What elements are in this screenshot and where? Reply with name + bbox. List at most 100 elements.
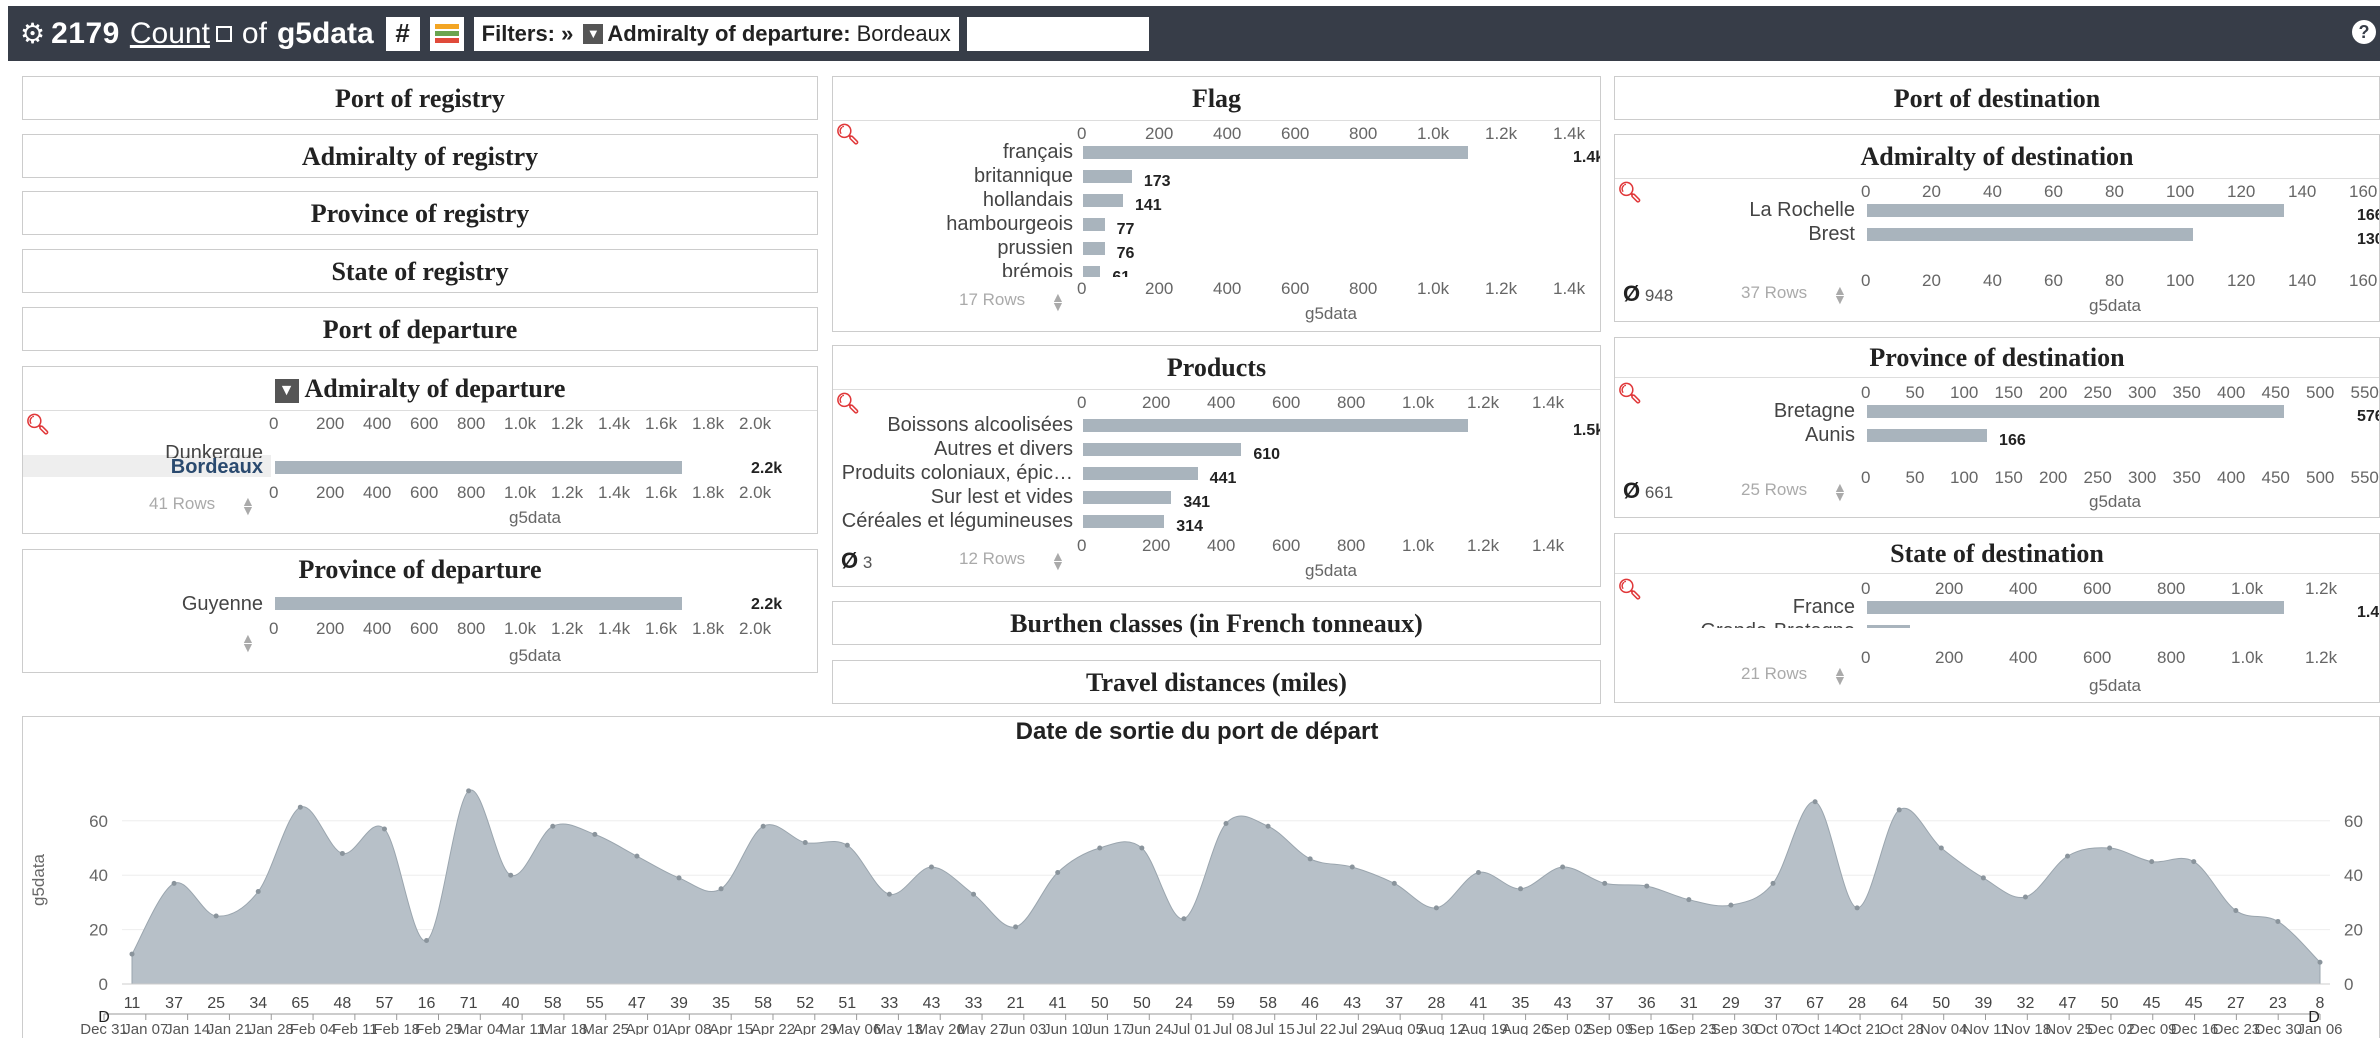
bar-label[interactable]: Céréales et légumineuses bbox=[833, 510, 1073, 533]
bar[interactable] bbox=[1083, 194, 1123, 207]
bar-label[interactable]: hambourgeois bbox=[833, 213, 1073, 236]
count-link[interactable]: Count bbox=[130, 17, 210, 51]
bar-label[interactable]: Aunis bbox=[1615, 424, 1855, 447]
bar[interactable] bbox=[1083, 443, 1242, 456]
bar[interactable] bbox=[1867, 429, 1988, 442]
axis-tick-label: 1.0k bbox=[504, 619, 537, 638]
bar-label[interactable]: Grande-Bretagne bbox=[1615, 620, 1855, 628]
x-tick-label: Feb 04 bbox=[290, 1021, 337, 1035]
data-value-label: 50 bbox=[1133, 995, 1151, 1012]
filter-value[interactable]: Bordeaux bbox=[857, 21, 951, 47]
bar[interactable] bbox=[1083, 266, 1101, 277]
bar-label[interactable]: France bbox=[1615, 596, 1855, 619]
panel-flag: Flag 🔍︎ 17 Rows ▲ ▼ g5data 0 200 400 600 800 1… bbox=[832, 76, 1601, 332]
x-tick-label: Apr 15 bbox=[709, 1021, 753, 1035]
bar[interactable] bbox=[1083, 467, 1198, 480]
axis-tick-label: 200 bbox=[2039, 468, 2068, 487]
bar[interactable] bbox=[1867, 228, 2193, 241]
panel-port-destination[interactable]: Port of destination bbox=[1614, 76, 2380, 120]
data-point bbox=[1055, 869, 1061, 875]
bar-label[interactable]: Autres et divers bbox=[833, 438, 1073, 461]
panel-state-registry[interactable]: State of registry bbox=[22, 249, 818, 293]
bar-label[interactable]: Saint-Domingue bbox=[1615, 448, 1855, 450]
panel-title[interactable]: Port of registry bbox=[23, 77, 817, 119]
hash-button[interactable]: # bbox=[385, 16, 420, 51]
bar[interactable] bbox=[1083, 146, 1469, 159]
data-point bbox=[1602, 880, 1608, 886]
bar-label[interactable]: brémois bbox=[833, 261, 1073, 277]
y-tick-label: 0 bbox=[99, 975, 108, 994]
sort-icon[interactable]: ▲ ▼ bbox=[1833, 480, 1847, 503]
panel-title[interactable]: Province of registry bbox=[23, 192, 817, 234]
x-tick-label: Apr 22 bbox=[751, 1021, 795, 1035]
layers-button[interactable] bbox=[429, 16, 464, 51]
bar-label[interactable]: Boissons alcoolisées bbox=[833, 414, 1073, 437]
sort-icon[interactable]: ▲ ▼ bbox=[1051, 549, 1065, 572]
axis-name: g5data bbox=[509, 646, 561, 665]
gear-icon[interactable]: ⚙ bbox=[20, 17, 45, 50]
timeline-chart[interactable]: 0 0 20 20 40 40 60 60 g5data 11 37 25 34 65 48 57 16 71 40… bbox=[22, 750, 2372, 1035]
bar[interactable] bbox=[275, 597, 682, 610]
bar[interactable] bbox=[1083, 242, 1105, 255]
bar[interactable] bbox=[1867, 405, 2284, 418]
count-checkbox-icon[interactable] bbox=[215, 25, 232, 42]
bar-label[interactable]: prussien bbox=[833, 237, 1073, 260]
bar[interactable] bbox=[1083, 491, 1172, 504]
rows-count: 21 Rows bbox=[1741, 664, 1808, 683]
panel-admiralty-registry[interactable]: Admiralty of registry bbox=[22, 134, 818, 178]
data-value-label: 40 bbox=[502, 995, 520, 1012]
funnel-icon[interactable]: ▼ bbox=[274, 379, 299, 404]
bar[interactable] bbox=[1867, 601, 2284, 614]
bar-label[interactable]: français bbox=[833, 141, 1073, 164]
sort-icon[interactable]: ▲ ▼ bbox=[1833, 664, 1847, 687]
sort-icon[interactable]: ▲ ▼ bbox=[241, 631, 255, 654]
panel-province-registry[interactable]: Province of registry bbox=[22, 191, 818, 235]
bar[interactable] bbox=[275, 461, 682, 474]
bar-label[interactable]: britannique bbox=[833, 165, 1073, 188]
axis-tick-label: 160 bbox=[2349, 271, 2378, 290]
sort-icon[interactable]: ▲ ▼ bbox=[1833, 283, 1847, 306]
bar[interactable] bbox=[1083, 419, 1469, 432]
bar-label[interactable]: hollandais bbox=[833, 189, 1073, 212]
search-icon[interactable]: 🔍︎ bbox=[25, 412, 50, 437]
bar-label-selected[interactable]: Bordeaux bbox=[23, 456, 263, 479]
bar[interactable] bbox=[1867, 204, 2284, 217]
panel-title[interactable]: State of registry bbox=[23, 250, 817, 292]
data-point bbox=[718, 886, 724, 892]
axis-tick-label: 0 bbox=[1861, 648, 1871, 667]
bar-label[interactable]: La Rochelle bbox=[1615, 199, 1855, 222]
bar-label[interactable]: Sur lest et vides bbox=[833, 486, 1073, 509]
panel-port-departure[interactable]: Port of departure bbox=[22, 307, 818, 351]
bar[interactable] bbox=[1867, 625, 1911, 628]
bar-label[interactable]: Guyenne bbox=[23, 593, 263, 616]
panel-title[interactable]: Province of departure bbox=[23, 550, 817, 590]
x-tick-label: Dec 16 bbox=[2171, 1021, 2219, 1035]
bar[interactable] bbox=[1083, 218, 1105, 231]
panel-title[interactable]: Port of destination bbox=[1615, 77, 2379, 119]
bar-label[interactable]: Produits coloniaux, épic… bbox=[833, 462, 1073, 485]
data-point bbox=[2275, 918, 2281, 924]
filter-field[interactable]: Admiralty of departure: bbox=[607, 21, 850, 47]
data-point bbox=[928, 864, 934, 870]
panel-port-registry[interactable]: Port of registry bbox=[22, 76, 818, 120]
filter-search-input[interactable] bbox=[966, 16, 1149, 51]
panel-travel[interactable]: Travel distances (miles) bbox=[832, 660, 1601, 704]
bar-label[interactable]: Brest bbox=[1615, 223, 1855, 246]
sort-icon[interactable]: ▲ ▼ bbox=[1051, 290, 1065, 313]
panel-burthen[interactable]: Burthen classes (in French tonneaux) bbox=[832, 601, 1601, 645]
panel-title[interactable]: Travel distances (miles) bbox=[833, 661, 1600, 703]
x-tick-label: Sep 09 bbox=[1585, 1021, 1633, 1035]
panel-title[interactable]: ▼ Admiralty of departure bbox=[23, 367, 817, 411]
panel-title[interactable]: Port of departure bbox=[23, 308, 817, 350]
funnel-icon[interactable]: ▼ bbox=[583, 23, 604, 44]
help-icon[interactable]: ? bbox=[2352, 20, 2376, 44]
data-point bbox=[508, 872, 514, 878]
bar-label[interactable]: Bretagne bbox=[1615, 400, 1855, 423]
bar[interactable] bbox=[1083, 170, 1132, 183]
sort-icon[interactable]: ▲ ▼ bbox=[241, 494, 255, 517]
panel-title[interactable]: Admiralty of registry bbox=[23, 135, 817, 177]
data-value-label: 45 bbox=[2143, 995, 2161, 1012]
panel-title[interactable]: Burthen classes (in French tonneaux) bbox=[833, 602, 1600, 644]
data-value-label: 37 bbox=[1764, 995, 1782, 1012]
bar[interactable] bbox=[1083, 515, 1165, 528]
